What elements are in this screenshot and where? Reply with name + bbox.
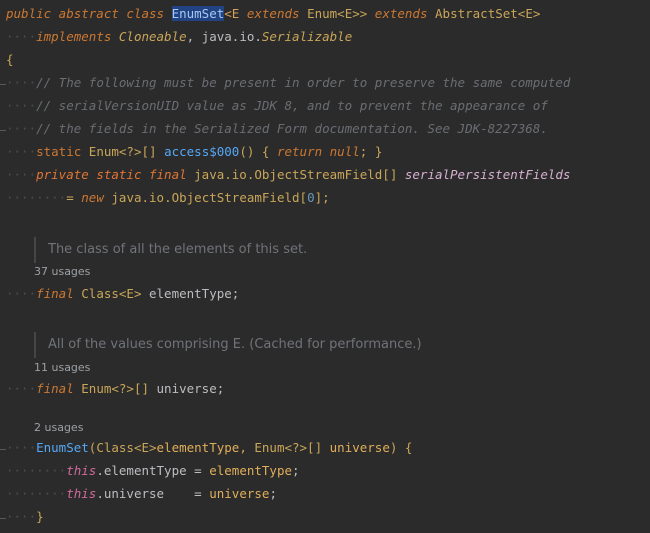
usages-hint-constructor[interactable]: 2 usages bbox=[34, 421, 83, 434]
class-name-highlight[interactable]: EnumSet bbox=[171, 6, 225, 21]
code-line-serial-fields-init: ········= new java.io.ObjectStreamField[… bbox=[6, 190, 330, 205]
code-line-comment-2: ····// serialVersionUID value as JDK 8, … bbox=[6, 98, 548, 113]
code-line-class-declaration: public abstract class EnumSet<E extends … bbox=[6, 6, 541, 21]
code-line-comment-1: ····// The following must be present in … bbox=[6, 75, 571, 90]
code-line-assign-element-type: ········this.elementType = elementType; bbox=[6, 463, 300, 478]
code-line-element-type-field: ····final Class<E> elementType; bbox=[6, 286, 240, 301]
code-line-constructor: ····EnumSet(Class<E>elementType, Enum<?>… bbox=[6, 440, 413, 455]
usages-hint-element-type[interactable]: 37 usages bbox=[34, 265, 90, 278]
code-line-universe-field: ····final Enum<?>[] universe; bbox=[6, 381, 225, 396]
code-line-assign-universe: ········this.universe = universe; bbox=[6, 486, 277, 501]
usages-hint-universe[interactable]: 11 usages bbox=[34, 361, 90, 374]
doc-comment-universe: All of the values comprising E. (Cached … bbox=[34, 332, 422, 358]
code-line-comment-3: ····// the fields in the Serialized Form… bbox=[6, 121, 548, 136]
code-line-serial-fields: ····private static final java.io.ObjectS… bbox=[6, 167, 571, 182]
code-line-implements: ····implements Cloneable, java.io.Serial… bbox=[6, 29, 353, 44]
code-line-access-method: ····static Enum<?>[] access$000() { retu… bbox=[6, 144, 383, 159]
code-line-close-brace: ····} bbox=[6, 509, 44, 524]
doc-comment-element-type: The class of all the elements of this se… bbox=[34, 237, 307, 263]
code-editor[interactable]: public abstract class EnumSet<E extends … bbox=[0, 0, 650, 533]
code-line-open-brace: { bbox=[6, 52, 14, 67]
